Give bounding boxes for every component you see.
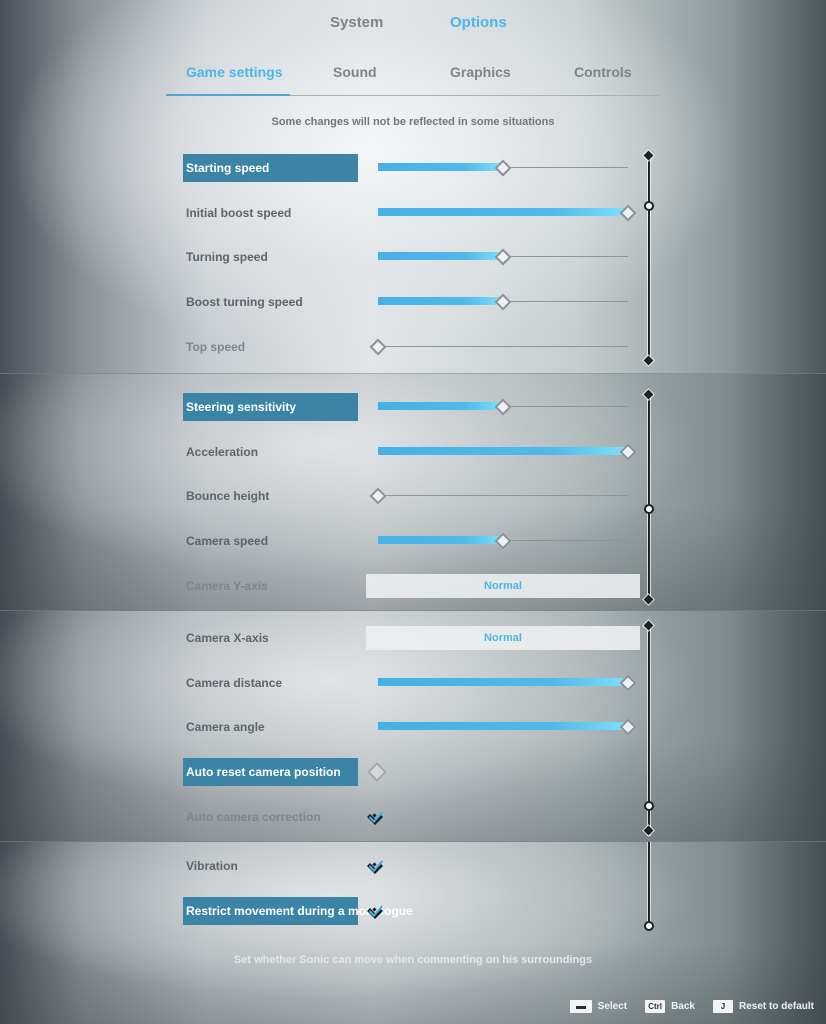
setting-label: Steering sensitivity (183, 393, 358, 421)
settings-panel-1: System Options Game settings Sound Graph… (0, 0, 826, 374)
setting-label: Auto reset camera position (183, 758, 358, 787)
starting-speed-slider[interactable] (378, 159, 628, 177)
checkbox-checked-icon[interactable] (366, 808, 384, 826)
setting-row-restrict-movement-during-a-monologue[interactable]: Restrict movement during a monologue (183, 896, 643, 925)
top-speed-slider[interactable] (369, 338, 628, 356)
active-tab-indicator (166, 94, 290, 96)
notice-text: Some changes will not be reflected in so… (271, 116, 555, 128)
setting-label: Camera angle (186, 720, 265, 735)
setting-row-boost-turning-speed[interactable]: Boost turning speed (183, 288, 643, 316)
setting-row-top-speed[interactable]: Top speed (183, 333, 643, 361)
turning-speed-slider[interactable] (378, 248, 628, 266)
tab-game-settings[interactable]: Game settings (186, 64, 282, 80)
settings-panel-3: Camera X-axis Normal Camera distance Camera… (0, 611, 826, 842)
setting-row-camera-angle[interactable]: Camera angle (183, 713, 643, 741)
slider-handle[interactable] (369, 487, 387, 505)
tab-options[interactable]: Options (450, 14, 507, 31)
camera-distance-slider[interactable] (378, 674, 637, 692)
setting-label: Camera distance (186, 675, 283, 690)
tab-sound[interactable]: Sound (333, 64, 377, 80)
slider-fill (378, 402, 503, 410)
ctrl-key-icon: Ctrl (645, 1000, 666, 1013)
setting-label: Initial boost speed (186, 205, 292, 220)
setting-description: Set whether Sonic can move when commenti… (233, 954, 593, 966)
slider-fill (378, 677, 628, 686)
setting-label: Auto camera correction (186, 809, 321, 824)
setting-row-vibration[interactable]: Vibration (183, 852, 643, 880)
scrollbar[interactable] (648, 842, 650, 924)
setting-row-starting-speed[interactable]: Starting speed (183, 154, 643, 182)
checkbox-checked-icon[interactable] (366, 902, 384, 920)
camera-speed-slider[interactable] (378, 532, 628, 550)
slider-fill (378, 446, 628, 455)
scrollbar-thumb[interactable] (644, 921, 654, 931)
steering-sensitivity-slider[interactable] (378, 398, 628, 416)
select-prompt[interactable]: Select (569, 1000, 628, 1013)
tab-controls[interactable]: Controls (574, 64, 632, 80)
setting-row-auto-reset-camera-position[interactable]: Auto reset camera position (183, 758, 643, 787)
setting-row-bounce-height[interactable]: Bounce height (183, 482, 643, 510)
setting-label: Top speed (186, 339, 246, 354)
space-key-icon (569, 1000, 592, 1013)
camera-y-axis-select[interactable]: Normal (366, 573, 640, 598)
setting-label: Acceleration (186, 444, 259, 459)
setting-label: Camera speed (186, 534, 269, 549)
slider-fill (378, 722, 628, 731)
setting-row-initial-boost-speed[interactable]: Initial boost speed (183, 199, 643, 227)
setting-row-steering-sensitivity[interactable]: Steering sensitivity (183, 393, 643, 421)
scrollbar[interactable] (648, 155, 650, 360)
setting-row-camera-speed[interactable]: Camera speed (183, 527, 643, 555)
j-key-icon: J (712, 1000, 733, 1013)
reset-prompt[interactable]: J Reset to default (712, 1000, 814, 1013)
setting-label: Starting speed (183, 154, 358, 182)
settings-panel-2: Steering sensitivity Acceleration Bounce h… (0, 374, 826, 611)
button-prompts: Select Ctrl Back J Reset to default (569, 1000, 814, 1013)
slider-track (378, 345, 628, 347)
setting-label: Vibration (186, 859, 238, 873)
tab-graphics[interactable]: Graphics (450, 64, 511, 80)
setting-row-auto-camera-correction[interactable]: Auto camera correction (183, 803, 643, 831)
settings-panel-4: Vibration Restrict movement during a mono… (0, 842, 826, 1024)
camera-x-axis-select[interactable]: Normal (366, 626, 640, 650)
reset-label: Reset to default (738, 1001, 814, 1012)
slider-fill (378, 297, 503, 306)
slider-fill (378, 536, 503, 545)
slider-fill (378, 207, 628, 216)
checkbox-unchecked-icon[interactable] (367, 762, 387, 782)
slider-fill (378, 252, 503, 261)
setting-label: Boost turning speed (186, 295, 303, 310)
setting-label: Bounce height (186, 489, 270, 504)
initial-boost-speed-slider[interactable] (378, 204, 637, 222)
acceleration-slider[interactable] (378, 443, 637, 461)
setting-label: Restrict movement during a monologue (183, 896, 413, 925)
boost-turning-speed-slider[interactable] (378, 293, 628, 311)
back-prompt[interactable]: Ctrl Back (645, 1000, 695, 1013)
back-label: Back (671, 1001, 695, 1012)
scrollbar-thumb[interactable] (644, 504, 654, 514)
camera-angle-slider[interactable] (378, 718, 637, 736)
setting-row-camera-y-axis[interactable]: Camera Y-axis Normal (183, 572, 643, 600)
setting-label: Camera Y-axis (186, 578, 268, 593)
tab-system[interactable]: System (330, 14, 383, 31)
setting-label: Camera X-axis (186, 631, 269, 645)
setting-row-camera-distance[interactable]: Camera distance (183, 669, 643, 697)
slider-handle[interactable] (369, 338, 387, 356)
select-label: Select (597, 1001, 628, 1012)
bounce-height-slider[interactable] (369, 487, 628, 505)
slider-fill (378, 163, 503, 171)
setting-row-camera-x-axis[interactable]: Camera X-axis Normal (183, 624, 643, 652)
scrollbar-thumb[interactable] (644, 801, 654, 811)
setting-row-acceleration[interactable]: Acceleration (183, 438, 643, 466)
setting-label: Turning speed (186, 250, 268, 265)
slider-track (378, 495, 628, 497)
scrollbar-thumb[interactable] (644, 201, 654, 211)
checkbox-checked-icon[interactable] (366, 857, 384, 875)
setting-row-turning-speed[interactable]: Turning speed (183, 243, 643, 271)
scrollbar[interactable] (648, 395, 650, 600)
